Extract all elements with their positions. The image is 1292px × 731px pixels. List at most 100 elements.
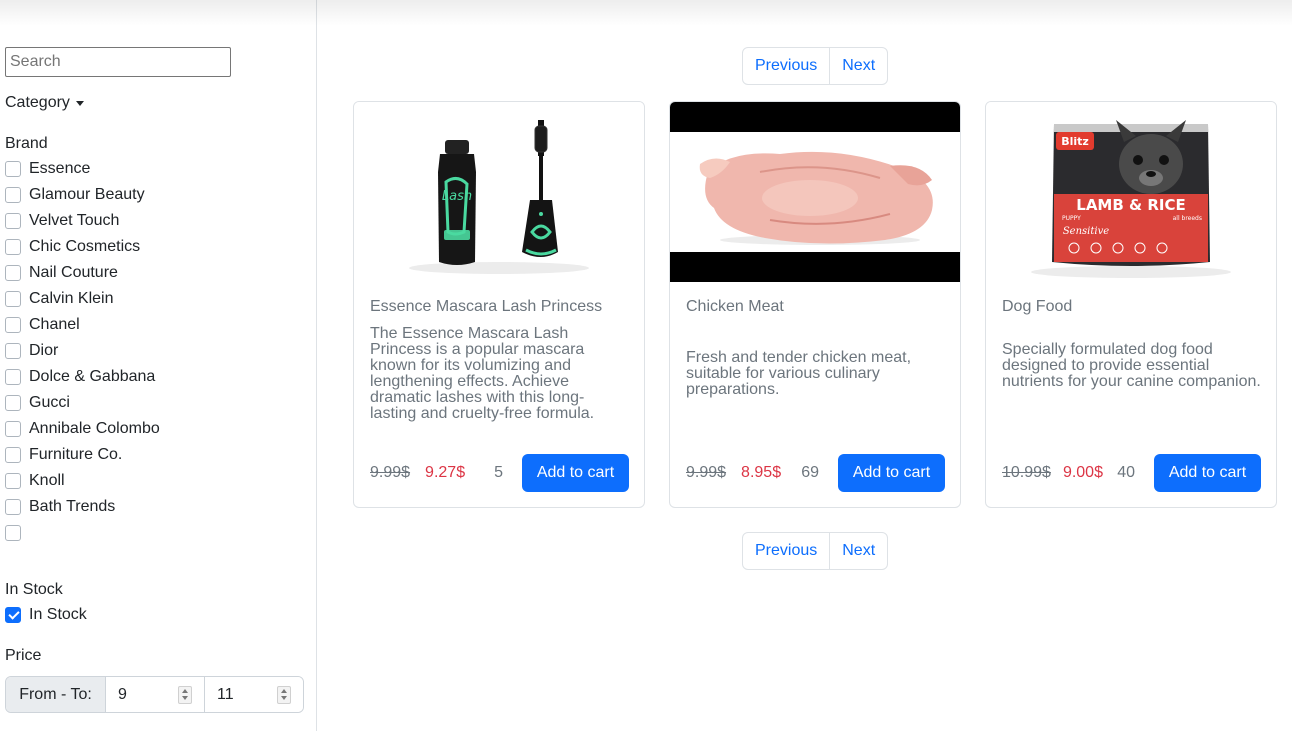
price-range-group: From - To: 9 11 — [5, 676, 304, 713]
checkbox[interactable] — [5, 447, 21, 463]
brand-label: Dolce & Gabbana — [29, 368, 156, 385]
brand-option[interactable] — [5, 520, 160, 546]
in-stock-label: In Stock — [29, 606, 87, 623]
svg-text:Lash: Lash — [442, 189, 472, 204]
price-to-input[interactable]: 11 — [204, 677, 303, 712]
mascara-image: Lash — [354, 102, 644, 282]
brand-label: Chanel — [29, 316, 80, 333]
brand-label: Essence — [29, 160, 91, 177]
search-input[interactable] — [5, 47, 231, 77]
brand-heading: Brand — [5, 135, 48, 152]
original-price: 9.99$ — [686, 464, 727, 481]
brand-label: Nail Couture — [29, 264, 118, 281]
spinner-icon[interactable] — [277, 685, 291, 704]
checkbox[interactable] — [5, 499, 21, 515]
original-price: 9.99$ — [370, 464, 411, 481]
in-stock-checkbox[interactable] — [5, 607, 21, 623]
checkbox[interactable] — [5, 421, 21, 437]
brand-option[interactable]: Knoll — [5, 468, 160, 494]
discounted-price: 8.95$ — [741, 464, 782, 481]
category-label: Category — [5, 94, 70, 111]
price-heading: Price — [5, 647, 42, 664]
checkbox[interactable] — [5, 369, 21, 385]
brand-option[interactable]: Furniture Co. — [5, 442, 160, 468]
product-title[interactable]: Dog Food — [1002, 298, 1072, 316]
product-description: Fresh and tender chicken meat, suitable … — [686, 350, 912, 398]
checkbox[interactable] — [5, 265, 21, 281]
checkbox[interactable] — [5, 343, 21, 359]
product-card: Blitz LAMB & RICE PUPPY all breeds Sensi… — [985, 101, 1277, 508]
stock-heading: In Stock — [5, 581, 63, 598]
brand-option[interactable]: Gucci — [5, 390, 160, 416]
brand-option[interactable]: Glamour Beauty — [5, 182, 160, 208]
price-from-input[interactable]: 9 — [106, 677, 204, 712]
checkbox[interactable] — [5, 161, 21, 177]
product-description: The Essence Mascara Lash Princess is a p… — [370, 326, 595, 422]
discounted-price: 9.00$ — [1062, 464, 1103, 481]
brand-option[interactable]: Essence — [5, 156, 160, 182]
product-title[interactable]: Chicken Meat — [686, 298, 784, 316]
product-footer: 10.99$ 9.00$ 40 Add to cart — [1002, 454, 1261, 492]
brand-label: Velvet Touch — [29, 212, 120, 229]
product-footer: 9.99$ 9.27$ 5 Add to cart — [370, 454, 629, 492]
in-stock-option[interactable]: In Stock — [5, 602, 87, 628]
add-to-cart-button[interactable]: Add to cart — [522, 454, 629, 492]
brand-option[interactable]: Calvin Klein — [5, 286, 160, 312]
caret-down-icon — [75, 100, 84, 106]
checkbox[interactable] — [5, 187, 21, 203]
brand-option[interactable]: Dior — [5, 338, 160, 364]
brand-option[interactable]: Chanel — [5, 312, 160, 338]
package-breeds-label: all breeds — [1173, 215, 1202, 222]
brand-label: Annibale Colombo — [29, 420, 160, 437]
package-variant: Sensitive — [1063, 226, 1109, 237]
price-to-value: 11 — [217, 685, 234, 703]
original-price: 10.99$ — [1002, 464, 1051, 481]
pagination-bottom: Previous Next — [742, 532, 889, 570]
price-from-value: 9 — [118, 685, 127, 703]
add-to-cart-button[interactable]: Add to cart — [1154, 454, 1261, 492]
product-card: Lash Essence Mascara Lash Princess The E… — [353, 101, 645, 508]
previous-page-button[interactable]: Previous — [743, 48, 829, 84]
chicken-image — [670, 102, 960, 282]
package-headline: LAMB & RICE — [1076, 196, 1185, 214]
brand-option[interactable]: Dolce & Gabbana — [5, 364, 160, 390]
brand-option[interactable]: Chic Cosmetics — [5, 234, 160, 260]
pagination-top: Previous Next — [742, 47, 889, 85]
brand-label: Chic Cosmetics — [29, 238, 141, 255]
brand-label: Calvin Klein — [29, 290, 114, 307]
brand-list: Essence Glamour Beauty Velvet Touch Chic… — [5, 156, 160, 546]
brand-option[interactable]: Velvet Touch — [5, 208, 160, 234]
package-brand: Blitz — [1061, 135, 1089, 148]
filter-sidebar: Category Brand Essence Glamour Beauty Ve… — [0, 0, 317, 731]
package-puppy-label: PUPPY — [1062, 215, 1081, 222]
product-description: Specially formulated dog food designed t… — [1002, 342, 1261, 390]
discounted-price: 9.27$ — [425, 464, 466, 481]
category-dropdown[interactable]: Category — [5, 94, 84, 112]
checkbox[interactable] — [5, 473, 21, 489]
previous-page-button[interactable]: Previous — [743, 533, 829, 569]
next-page-button[interactable]: Next — [829, 533, 887, 569]
stock-count: 40 — [1117, 464, 1135, 481]
brand-option[interactable]: Nail Couture — [5, 260, 160, 286]
next-page-button[interactable]: Next — [829, 48, 887, 84]
dog-food-image: Blitz LAMB & RICE PUPPY all breeds Sensi… — [986, 102, 1276, 282]
stock-count: 5 — [494, 464, 503, 481]
checkbox[interactable] — [5, 213, 21, 229]
brand-option[interactable]: Annibale Colombo — [5, 416, 160, 442]
add-to-cart-button[interactable]: Add to cart — [838, 454, 945, 492]
brand-label: Knoll — [29, 472, 65, 489]
brand-label: Bath Trends — [29, 498, 116, 515]
checkbox[interactable] — [5, 291, 21, 307]
checkbox[interactable] — [5, 317, 21, 333]
product-card: Chicken Meat Fresh and tender chicken me… — [669, 101, 961, 508]
checkbox[interactable] — [5, 525, 21, 541]
brand-label: Furniture Co. — [29, 446, 123, 463]
checkbox[interactable] — [5, 239, 21, 255]
checkbox[interactable] — [5, 395, 21, 411]
product-footer: 9.99$ 8.95$ 69 Add to cart — [686, 454, 945, 492]
spinner-icon[interactable] — [178, 685, 192, 704]
product-title[interactable]: Essence Mascara Lash Princess — [370, 298, 602, 316]
brand-label: Gucci — [29, 394, 70, 411]
brand-option[interactable]: Bath Trends — [5, 494, 160, 520]
stock-count: 69 — [801, 464, 819, 481]
